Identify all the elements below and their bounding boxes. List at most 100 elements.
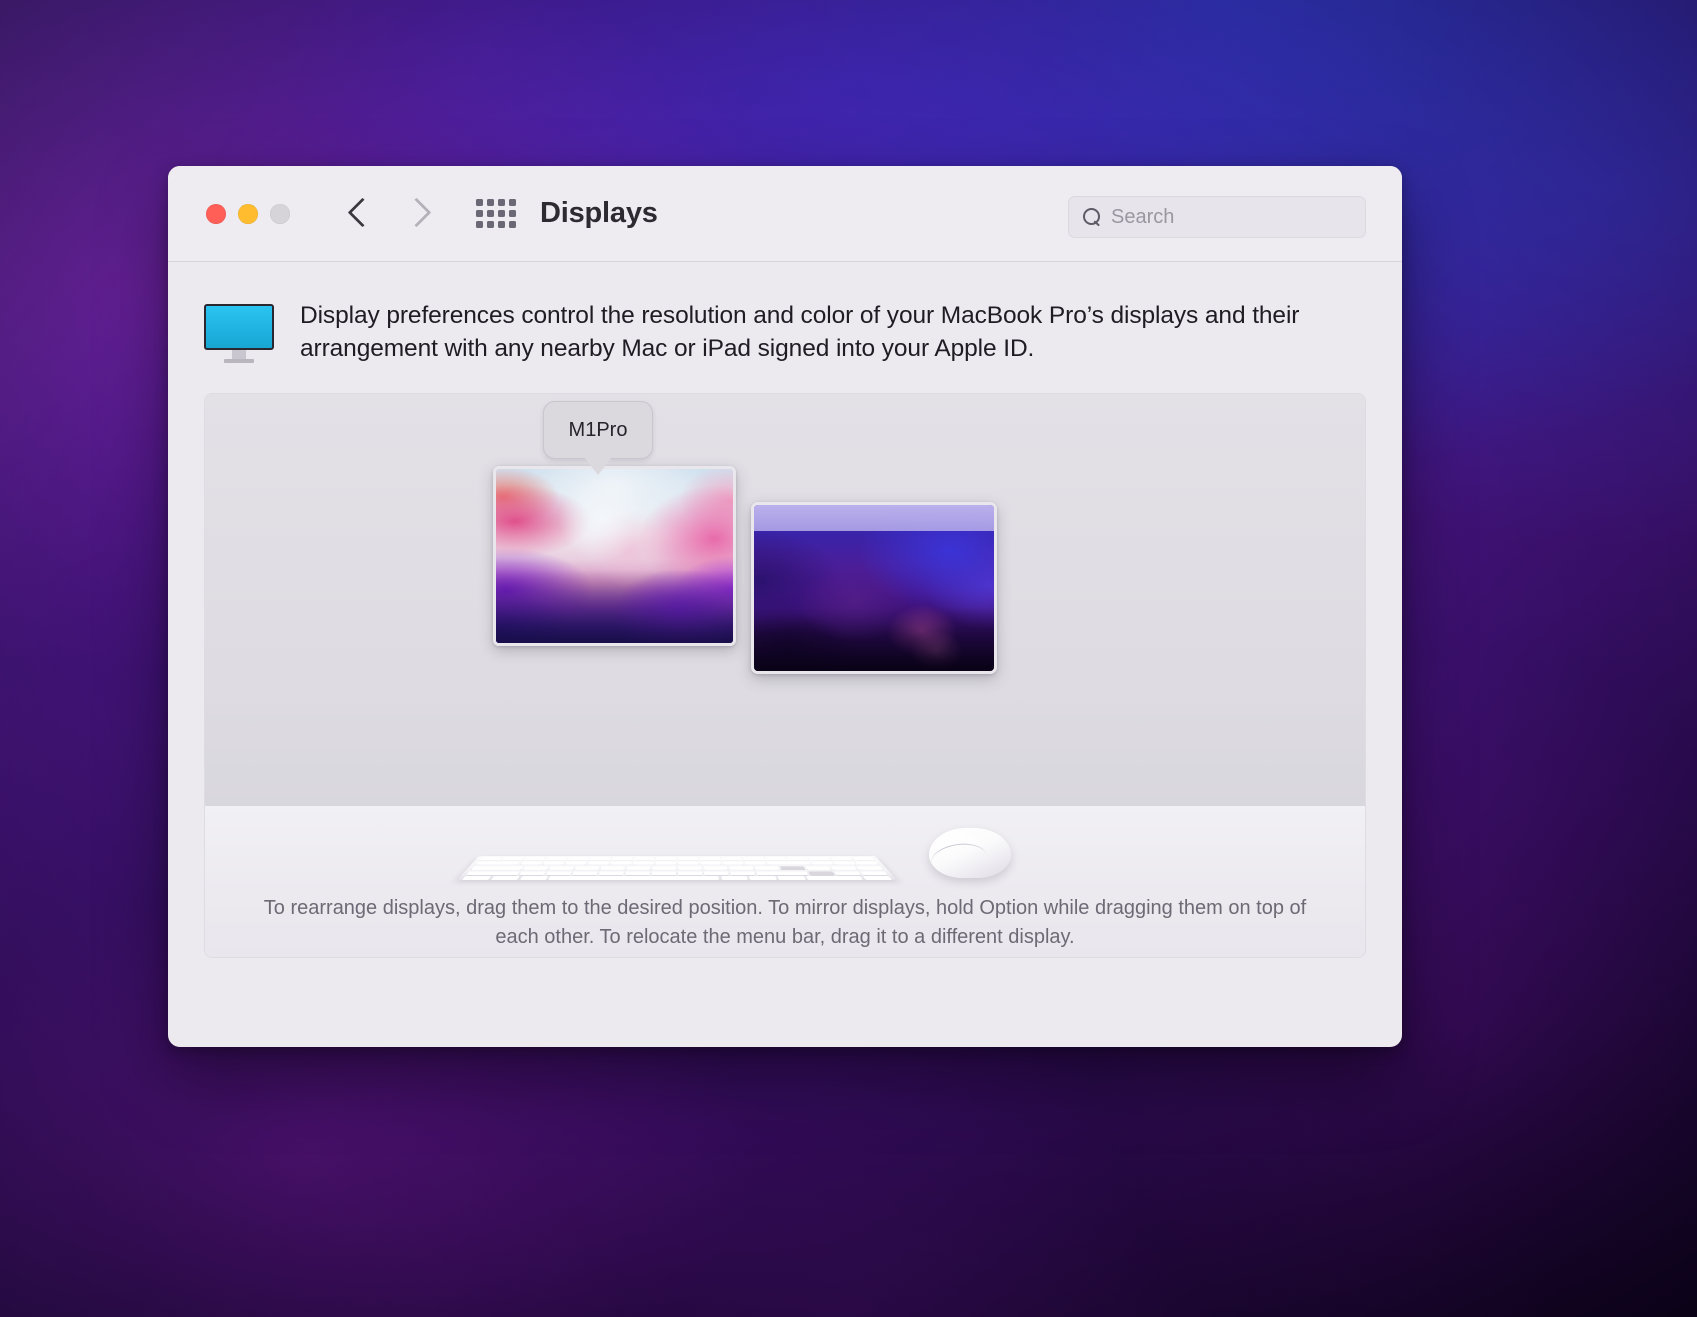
keyboard-illustration xyxy=(457,855,897,881)
key xyxy=(730,871,756,876)
key xyxy=(862,876,893,881)
key xyxy=(678,857,698,861)
key xyxy=(700,861,721,866)
key xyxy=(780,866,806,871)
key xyxy=(523,857,546,861)
grid-dot xyxy=(498,199,505,206)
wallpaper-primary-deep-shadow xyxy=(496,469,733,644)
key xyxy=(808,871,835,876)
key xyxy=(704,871,729,876)
forward-chevron-icon[interactable] xyxy=(406,195,428,233)
key xyxy=(490,876,520,881)
key xyxy=(754,866,780,871)
key xyxy=(567,857,589,861)
key xyxy=(655,861,676,866)
key xyxy=(461,876,492,881)
monitor-neck-icon xyxy=(232,350,246,359)
key xyxy=(833,861,857,866)
description-text: Display preferences control the resoluti… xyxy=(300,302,1300,362)
back-chevron-icon[interactable] xyxy=(348,195,370,233)
spacebar-key xyxy=(548,876,720,881)
key xyxy=(519,871,546,876)
key xyxy=(572,871,598,876)
navigation-arrows xyxy=(348,195,428,233)
grid-dot xyxy=(509,210,516,217)
grid-dot xyxy=(487,210,494,217)
grid-dot xyxy=(498,210,505,217)
secondary-display-menu-bar[interactable] xyxy=(754,505,994,532)
keyboard-row xyxy=(466,866,888,871)
page-title: Displays xyxy=(540,197,658,229)
key xyxy=(678,861,699,866)
keyboard-row xyxy=(457,876,897,881)
key xyxy=(806,876,864,881)
displays-preferences-window: Displays Display preferences control the… xyxy=(168,166,1402,1047)
key xyxy=(611,857,633,861)
key xyxy=(749,876,777,881)
key xyxy=(466,871,520,876)
key xyxy=(721,857,743,861)
key xyxy=(830,857,853,861)
minimize-button-icon[interactable] xyxy=(238,203,258,224)
show-all-grid-icon[interactable] xyxy=(476,199,516,228)
key xyxy=(479,857,502,861)
key xyxy=(542,861,565,866)
key xyxy=(767,861,811,866)
key xyxy=(548,866,574,871)
key xyxy=(470,866,523,871)
key xyxy=(600,866,625,871)
grid-dot xyxy=(509,199,516,206)
keyboard-row xyxy=(471,861,884,866)
key xyxy=(501,857,524,861)
key xyxy=(855,861,879,866)
key xyxy=(805,866,832,871)
key xyxy=(652,866,676,871)
key xyxy=(678,866,702,871)
key xyxy=(729,866,754,871)
mouse-illustration xyxy=(929,828,1011,879)
display-thumbnail-secondary[interactable] xyxy=(751,502,997,675)
key xyxy=(720,876,749,881)
key xyxy=(831,866,858,871)
grid-dot xyxy=(476,210,483,217)
key xyxy=(765,857,787,861)
key xyxy=(722,861,744,866)
key xyxy=(860,871,888,876)
key xyxy=(545,871,572,876)
display-monitor-icon xyxy=(204,304,274,363)
keyboard-row xyxy=(462,871,893,876)
key xyxy=(703,866,728,871)
key xyxy=(699,857,721,861)
header-description-row: Display preferences control the resoluti… xyxy=(204,262,1366,365)
key xyxy=(587,861,610,866)
key xyxy=(626,866,651,871)
monitor-foot-icon xyxy=(224,359,254,363)
key xyxy=(651,871,676,876)
display-arrangement-panel[interactable]: M1Pro To rearrange displays, drag them t… xyxy=(204,393,1366,959)
key xyxy=(475,861,521,866)
keyboard-row xyxy=(475,857,879,861)
key xyxy=(610,861,632,866)
preferences-body: Display preferences control the resoluti… xyxy=(168,262,1402,1047)
key xyxy=(598,871,624,876)
key xyxy=(545,857,568,861)
key xyxy=(834,871,861,876)
key xyxy=(786,857,809,861)
key xyxy=(756,871,809,876)
monitor-screen-icon xyxy=(204,304,274,350)
search-input[interactable] xyxy=(1111,205,1376,229)
key xyxy=(589,857,611,861)
key xyxy=(522,866,549,871)
search-icon xyxy=(1083,207,1102,227)
zoom-button-icon[interactable] xyxy=(270,203,290,224)
close-button-icon[interactable] xyxy=(206,203,226,224)
search-field[interactable] xyxy=(1068,196,1376,238)
key xyxy=(656,857,676,861)
key xyxy=(744,861,767,866)
key xyxy=(743,857,765,861)
display-thumbnail-primary[interactable] xyxy=(493,466,736,647)
key xyxy=(811,861,834,866)
grid-dot xyxy=(476,199,483,206)
key xyxy=(852,857,875,861)
key xyxy=(520,861,543,866)
